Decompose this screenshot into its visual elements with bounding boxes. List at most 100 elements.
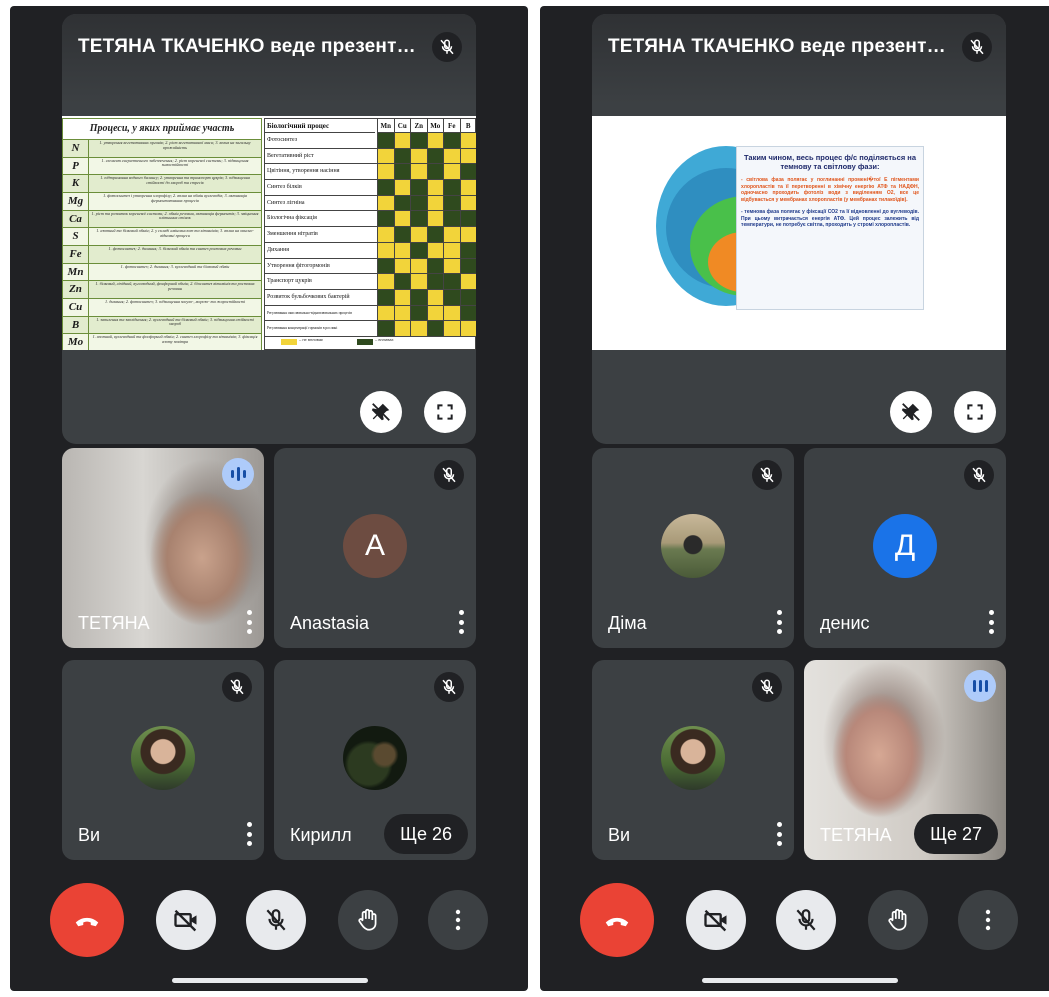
process-column-header: B <box>459 119 476 133</box>
process-cell <box>377 242 394 258</box>
elements-table: Процеси, у яких приймає участь N 1. утвор… <box>62 118 262 350</box>
home-indicator[interactable] <box>702 978 898 983</box>
raise-hand-button[interactable] <box>338 890 398 950</box>
process-cell <box>443 274 460 289</box>
more-participants-button[interactable]: Ще 27 <box>914 814 998 854</box>
process-cell <box>459 305 476 321</box>
process-row: Цвітіння, утворення насіння <box>265 164 476 181</box>
process-row: Утворення фітогормонів <box>265 258 476 275</box>
process-row: Синтез лігніна <box>265 195 476 212</box>
camera-toggle-button[interactable] <box>156 890 216 950</box>
fullscreen-icon <box>437 404 453 420</box>
mic-toggle-button[interactable] <box>776 890 836 950</box>
camera-toggle-button[interactable] <box>686 890 746 950</box>
process-cell <box>443 258 460 274</box>
process-cell <box>377 133 394 148</box>
process-cell <box>393 227 410 242</box>
process-cell <box>443 133 460 148</box>
call-controls <box>10 883 528 957</box>
process-cell <box>377 195 394 211</box>
process-row: Розвиток бульбочкових бактерій <box>265 289 476 306</box>
more-options-button[interactable] <box>774 610 784 634</box>
fullscreen-icon <box>967 404 983 420</box>
process-cell <box>393 258 410 274</box>
muted-mic-icon <box>222 672 252 702</box>
unpin-button[interactable] <box>360 391 402 433</box>
participant-tile-anastasia[interactable]: A Anastasia <box>274 448 476 648</box>
process-row: Регулювання концентрації гормонів в росл… <box>265 321 476 337</box>
presentation-title: ТЕТЯНА ТКАЧЕНКО веде презентац… <box>78 36 418 57</box>
raise-hand-button[interactable] <box>868 890 928 950</box>
element-symbol: Mn <box>63 263 89 281</box>
process-cell <box>393 133 410 148</box>
process-cell <box>459 258 476 274</box>
participant-tile-dima[interactable]: Діма <box>592 448 794 648</box>
process-cell <box>410 258 427 274</box>
more-options-button[interactable] <box>958 890 1018 950</box>
participant-tile-tetiana[interactable]: ТЕТЯНА <box>62 448 264 648</box>
call-screen-left: ТЕТЯНА ТКАЧЕНКО веде презентац… Процеси,… <box>10 6 528 991</box>
mic-toggle-button[interactable] <box>246 890 306 950</box>
element-symbol: Cu <box>63 298 89 316</box>
participant-tile-kyrylo[interactable]: Кирилл Ще 26 <box>274 660 476 860</box>
process-cell <box>410 133 427 148</box>
process-cell <box>459 289 476 305</box>
process-cell <box>393 305 410 321</box>
element-processes: 1. фотосинтез і утворення хлорофілу; 2. … <box>103 192 247 203</box>
process-cell <box>410 242 427 258</box>
process-row: Біологічна фіксація <box>265 211 476 228</box>
process-cell <box>443 164 460 180</box>
process-cell <box>377 180 394 195</box>
element-row: Zn 1. білковий, ліпідний, вуглеводний, фо… <box>63 280 261 298</box>
participant-tile-self[interactable]: Ви <box>62 660 264 860</box>
more-options-button[interactable] <box>244 610 254 634</box>
process-cell <box>410 164 427 180</box>
process-cell <box>377 274 394 289</box>
process-table: Біологічний процес Mn Cu Zn Mo Fe B Фотосинте… <box>264 118 476 350</box>
presentation-tile[interactable]: ТЕТЯНА ТКАЧЕНКО веде презентац… Процеси,… <box>62 14 476 444</box>
process-cell <box>443 180 460 195</box>
more-options-button[interactable] <box>456 610 466 634</box>
presentation-slide: Процеси, у яких приймає участь N 1. утвор… <box>62 116 476 350</box>
participant-name: Ви <box>608 825 631 845</box>
more-options-button[interactable] <box>986 610 996 634</box>
legend-swatch-green <box>357 339 373 345</box>
element-row: B 1. запилення та запліднення; 2. вуглево… <box>63 315 261 334</box>
element-symbol: Mg <box>63 192 89 210</box>
presentation-tile[interactable]: ТЕТЯНА ТКАЧЕНКО веде презентац… Таким чи… <box>592 14 1006 444</box>
fullscreen-button[interactable] <box>954 391 996 433</box>
fullscreen-button[interactable] <box>424 391 466 433</box>
process-cell <box>459 227 476 242</box>
element-symbol: Zn <box>63 281 89 298</box>
process-cell <box>459 180 476 195</box>
element-row: N 1. утворення вегетативних органів; 2. р… <box>63 139 261 157</box>
element-row: Ca 1. ріст та розвиток кореневої системи;… <box>63 209 261 228</box>
participant-tile-self[interactable]: Ви <box>592 660 794 860</box>
more-vert-icon <box>455 909 461 931</box>
element-symbol: S <box>63 228 89 245</box>
participant-name: ТЕТЯНА <box>820 825 892 845</box>
participant-name: Діма <box>608 613 647 633</box>
more-options-button[interactable] <box>428 890 488 950</box>
participant-tile-denys[interactable]: Д денис <box>804 448 1006 648</box>
more-vert-icon <box>985 909 991 931</box>
slide-textbox: Таким чином, весь процес ф/с поділяється… <box>736 146 924 310</box>
home-indicator[interactable] <box>172 978 368 983</box>
end-call-button[interactable] <box>580 883 654 957</box>
participant-name: Ви <box>78 825 101 845</box>
speaking-indicator-icon <box>222 458 254 490</box>
process-cell <box>393 195 410 211</box>
more-options-button[interactable] <box>774 822 784 846</box>
presentation-header-bg <box>592 14 1006 104</box>
element-processes: 1. ріст та розвиток кореневої системи; 2… <box>91 210 259 221</box>
more-participants-button[interactable]: Ще 26 <box>384 814 468 854</box>
unpin-icon <box>901 403 920 421</box>
muted-mic-icon <box>752 672 782 702</box>
legend-label-effect: – впливає <box>375 337 394 342</box>
camera-off-icon <box>174 909 197 932</box>
unpin-button[interactable] <box>890 391 932 433</box>
end-call-button[interactable] <box>50 883 124 957</box>
more-options-button[interactable] <box>244 822 254 846</box>
avatar <box>343 726 407 790</box>
participant-tile-tetiana[interactable]: ТЕТЯНА Ще 27 <box>804 660 1006 860</box>
